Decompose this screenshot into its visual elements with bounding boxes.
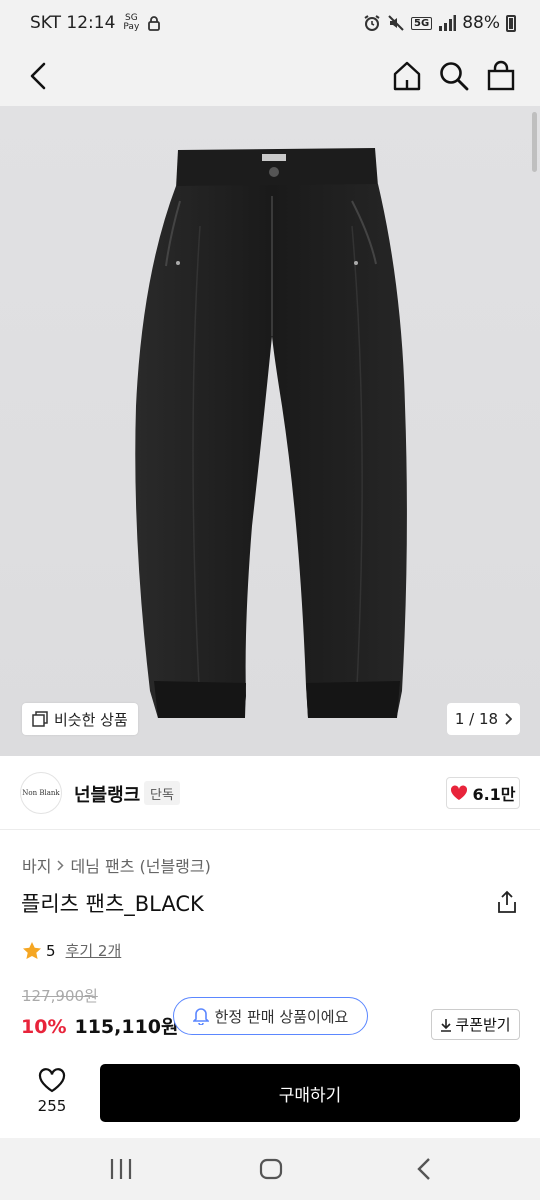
product-title: 플리츠 팬츠_BLACK	[21, 892, 204, 916]
brand-logo[interactable]: Non Blank	[20, 772, 62, 814]
price-row: 10% 115,110원	[21, 1012, 179, 1039]
heart-outline-icon	[38, 1068, 66, 1093]
carrier-time: SKT 12:14	[30, 13, 116, 33]
rating-value: 5	[46, 941, 56, 960]
sale-price: 115,110원	[74, 1016, 179, 1038]
share-icon[interactable]	[496, 890, 518, 914]
battery-percent: 88%	[462, 13, 500, 33]
home-button-icon[interactable]	[256, 1156, 286, 1182]
breadcrumb-category[interactable]: 바지	[22, 853, 51, 877]
pants-image	[135, 148, 407, 718]
chevron-right-icon	[57, 859, 65, 871]
brand-name[interactable]: 넌블랭크	[74, 781, 140, 807]
image-counter-button[interactable]: 1 / 18	[447, 703, 520, 735]
breadcrumb: 바지 데님 팬츠 (넌블랭크)	[22, 853, 211, 877]
limited-sale-tooltip: 한정 판매 상품이에요	[173, 997, 368, 1035]
status-bar: SKT 12:14 SG Pay 5G 88%	[0, 0, 540, 46]
signal-icon	[439, 15, 457, 31]
shopping-bag-icon[interactable]	[484, 59, 518, 93]
wishlist-count: 255	[37, 1097, 67, 1115]
back-nav-icon[interactable]	[410, 1156, 440, 1182]
recent-apps-icon[interactable]	[106, 1156, 136, 1182]
scrollbar[interactable]	[532, 112, 537, 172]
rating-row: 5 후기 2개	[22, 940, 121, 961]
buy-button[interactable]: 구매하기	[100, 1064, 520, 1122]
home-icon[interactable]	[390, 59, 424, 93]
limited-sale-text: 한정 판매 상품이에요	[214, 1007, 349, 1026]
alarm-icon	[364, 15, 380, 31]
bottom-action-bar: 255 구매하기	[0, 1050, 540, 1138]
review-link[interactable]: 후기 2개	[66, 940, 122, 961]
search-icon[interactable]	[437, 59, 471, 93]
chevron-right-icon	[505, 713, 513, 725]
heart-filled-icon	[451, 785, 468, 800]
mute-icon	[388, 15, 404, 31]
app-header	[0, 46, 540, 106]
samsung-pay-icon: SG Pay	[123, 13, 140, 32]
coupon-label: 쿠폰받기	[455, 1016, 511, 1034]
image-counter: 1 / 18	[454, 710, 499, 728]
bell-icon	[192, 1008, 209, 1025]
exclusive-badge: 단독	[144, 781, 180, 805]
discount-rate: 10%	[21, 1016, 67, 1038]
similar-icon	[32, 711, 48, 727]
lock-icon	[148, 16, 161, 31]
download-icon	[441, 1018, 452, 1032]
brand-row[interactable]: Non Blank 넌블랭크 단독 6.1만	[0, 756, 540, 830]
wishlist-button[interactable]: 255	[22, 1068, 82, 1115]
network-type: 5G	[411, 16, 433, 30]
system-nav-bar	[0, 1138, 540, 1200]
battery-icon	[506, 14, 516, 32]
similar-products-button[interactable]: 비슷한 상품	[22, 703, 138, 735]
coupon-button[interactable]: 쿠폰받기	[431, 1009, 520, 1040]
similar-label: 비슷한 상품	[54, 710, 128, 729]
product-image[interactable]	[0, 106, 540, 756]
back-icon[interactable]	[22, 58, 58, 94]
brand-like-count: 6.1만	[472, 785, 516, 804]
star-icon	[23, 942, 41, 959]
original-price: 127,900원	[22, 987, 98, 1005]
breadcrumb-subcategory[interactable]: 데님 팬츠 (넌블랭크)	[70, 853, 210, 877]
brand-like-button[interactable]: 6.1만	[446, 777, 520, 809]
